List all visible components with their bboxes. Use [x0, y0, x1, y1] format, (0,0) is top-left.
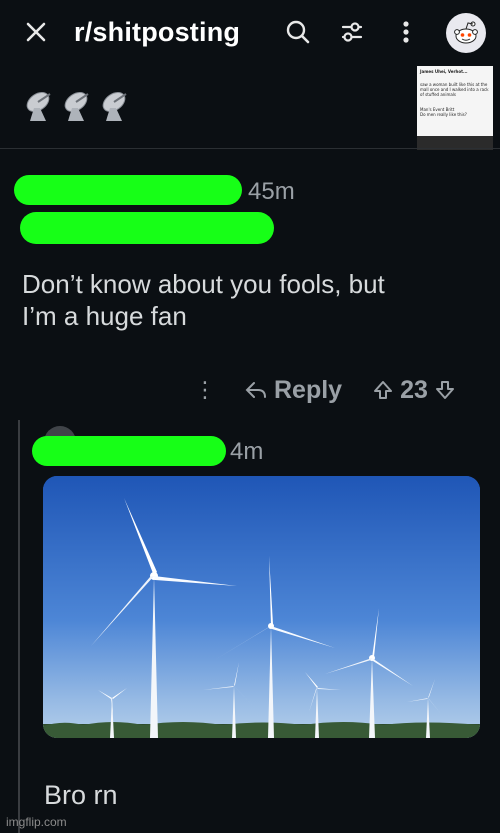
- reddit-avatar-icon[interactable]: [446, 13, 486, 53]
- reply-button[interactable]: Reply: [244, 376, 342, 405]
- redacted-avatar: [20, 212, 274, 244]
- thread-line[interactable]: [18, 420, 20, 833]
- redacted-username: [32, 436, 226, 466]
- comment-time: 45m: [248, 178, 295, 205]
- satellite-dish-icon: [102, 91, 127, 121]
- downvote-icon[interactable]: [434, 379, 456, 401]
- thumbnail-text: James Uhei, Verhot... saw a woman built …: [420, 69, 490, 117]
- search-icon[interactable]: [280, 14, 316, 50]
- top-bar: r/shitposting: [0, 0, 500, 70]
- reply-label: Reply: [274, 375, 343, 404]
- satellite-dish-icon: [64, 91, 89, 121]
- post-thumbnail[interactable]: James Uhei, Verhot... saw a woman built …: [417, 66, 493, 150]
- redacted-username: [14, 175, 242, 205]
- more-options-button[interactable]: ⋮: [194, 377, 216, 403]
- thumbnail-line: James Uhei, Verhot...: [420, 69, 468, 74]
- satellite-dish-icon: [26, 91, 51, 121]
- reply-text: Bro rn: [44, 780, 118, 810]
- reply-image[interactable]: [43, 476, 480, 738]
- upvote-icon[interactable]: [372, 379, 394, 401]
- more-icon[interactable]: [388, 14, 424, 50]
- thumbnail-line: saw a woman built like this at the mall …: [420, 82, 489, 97]
- comment-body: Don’t know about you fools, but I’m a hu…: [22, 268, 482, 332]
- divider: [0, 148, 500, 149]
- watermark: imgflip.com: [6, 815, 67, 829]
- close-icon[interactable]: [18, 14, 54, 50]
- post-title[interactable]: [24, 90, 132, 124]
- comment-text-line: Don’t know about you fools, but: [22, 269, 385, 299]
- reply-arrow-icon: [245, 382, 266, 398]
- comment-text-line: I’m a huge fan: [22, 301, 187, 331]
- thumbnail-line: Do men really like this?: [420, 112, 467, 117]
- wind-turbines-image: [43, 476, 480, 738]
- comment-actions: ⋮ Reply 23: [194, 370, 456, 410]
- reply-time: 4m: [230, 438, 264, 465]
- filter-icon[interactable]: [334, 14, 370, 50]
- vote-count: 23: [400, 375, 428, 404]
- subreddit-title[interactable]: r/shitposting: [74, 17, 240, 48]
